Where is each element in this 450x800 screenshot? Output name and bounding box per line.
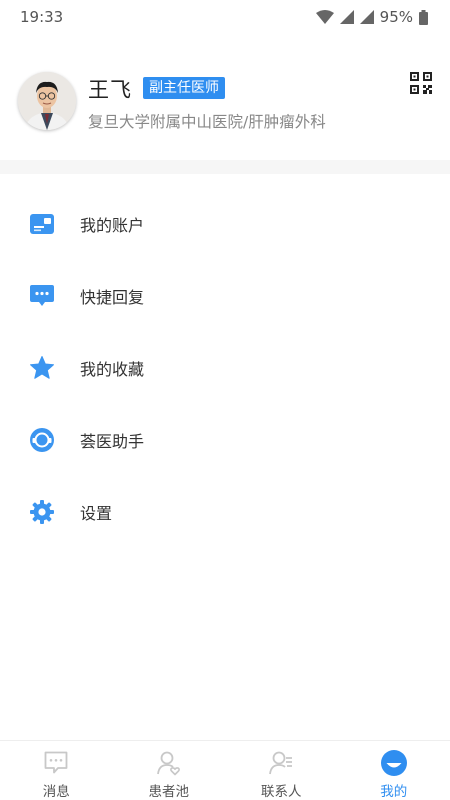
status-indicators: 95% [315, 8, 428, 26]
tab-messages[interactable]: 消息 [0, 741, 113, 800]
status-bar: 19:33 95% [0, 0, 450, 34]
menu-item-label: 我的账户 [80, 216, 145, 235]
menu-item-account[interactable]: 我的账户 [0, 188, 450, 260]
organization: 复旦大学附属中山医院/肝肿瘤外科 [88, 113, 326, 131]
signal-icon-2 [359, 10, 374, 24]
account-card-icon [28, 210, 56, 238]
wifi-icon [315, 10, 334, 24]
contacts-icon [267, 749, 295, 777]
section-divider [0, 160, 450, 174]
star-icon [28, 354, 56, 382]
menu-item-favorites[interactable]: 我的收藏 [0, 332, 450, 404]
message-icon [42, 749, 70, 777]
profile-header[interactable]: 王飞 副主任医师 复旦大学附属中山医院/肝肿瘤外科 [0, 60, 450, 160]
profile-screen: 19:33 95% 王飞 副主任医师 复旦大学附属中山医院/肝肿瘤外科 我的账户… [0, 0, 450, 800]
menu-list: 我的账户 快捷回复 我的收藏 荟医助手 设置 [0, 188, 450, 548]
battery-percent: 95% [379, 8, 413, 26]
signal-icon [339, 10, 354, 24]
doctor-name: 王飞 [88, 78, 132, 102]
avatar[interactable] [18, 72, 76, 130]
bottom-tab-bar: 消息 患者池 联系人 我的 [0, 740, 450, 800]
menu-item-label: 设置 [80, 504, 113, 523]
tab-patient-pool[interactable]: 患者池 [113, 741, 226, 800]
menu-item-label: 我的收藏 [80, 360, 145, 379]
tab-label: 我的 [380, 784, 408, 800]
qr-code-icon[interactable] [410, 72, 432, 94]
tab-contacts[interactable]: 联系人 [225, 741, 338, 800]
battery-icon [419, 9, 428, 25]
patient-icon [155, 749, 183, 777]
assistant-icon [28, 426, 56, 454]
tab-me[interactable]: 我的 [338, 741, 450, 800]
menu-item-assistant[interactable]: 荟医助手 [0, 404, 450, 476]
tab-label: 患者池 [148, 784, 190, 800]
tab-label: 联系人 [261, 784, 302, 800]
title-badge: 副主任医师 [143, 77, 225, 99]
gear-icon [28, 498, 56, 526]
menu-item-quick-reply[interactable]: 快捷回复 [0, 260, 450, 332]
menu-item-settings[interactable]: 设置 [0, 476, 450, 548]
me-icon [380, 749, 408, 777]
menu-item-label: 荟医助手 [80, 432, 145, 451]
tab-label: 消息 [42, 784, 70, 800]
status-time: 19:33 [20, 8, 64, 26]
menu-item-label: 快捷回复 [80, 288, 145, 307]
chat-bubble-icon [28, 282, 56, 310]
